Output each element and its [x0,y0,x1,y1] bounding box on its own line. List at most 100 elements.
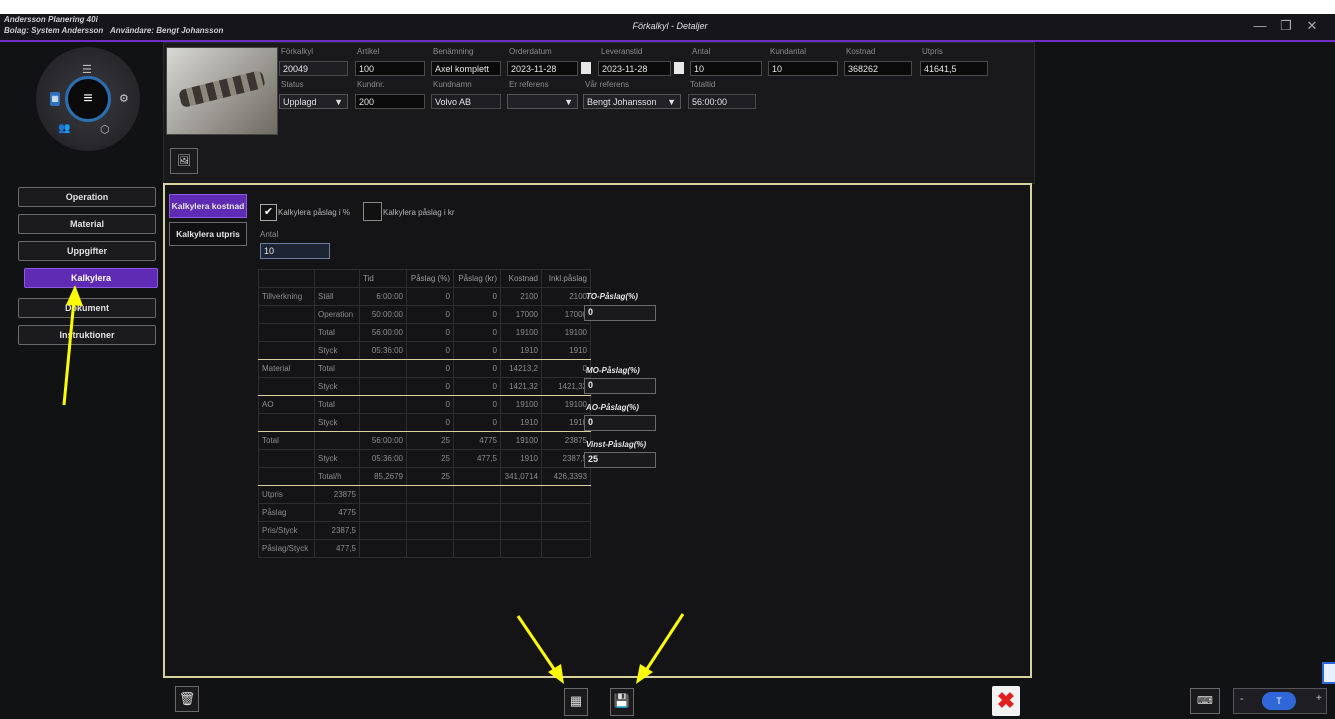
table-cell: Ställ [314,287,360,306]
chevron-down-icon: ▼ [334,97,343,107]
er-referens-label: Er referens [509,80,549,89]
zoom-control[interactable]: - T + [1233,688,1327,714]
kr-label: Kalkylera påslag i kr [383,208,455,217]
summary-row: Påslag/Styck 477,5 [258,539,591,558]
table-row: Styck 0 0 1910 1910 [258,413,591,432]
var-referens-dropdown[interactable]: Bengt Johansson ▼ [583,94,681,109]
table-cell: 426,3393 [541,467,591,486]
minimize-icon[interactable]: — [1247,18,1273,33]
list-icon[interactable]: ☰ [82,63,92,76]
artikel-field[interactable]: 100 [355,61,425,76]
keyboard-icon[interactable]: ⌨ [1190,688,1220,714]
table-cell [258,449,315,468]
benamning-field[interactable]: Axel komplett [431,61,501,76]
calculator-icon[interactable]: ▦ [564,688,588,716]
orderdatum-calendar-icon[interactable] [581,62,591,74]
table-cell: Styck [314,449,360,468]
top-strip [0,0,1335,14]
settings-icon[interactable]: ⚙ [119,92,129,105]
table-cell [258,413,315,432]
nav-dokument[interactable]: Dokument [18,298,156,318]
benamning-label: Benämning [433,47,474,56]
pct-checkbox[interactable]: ✔ [260,204,277,221]
save-icon[interactable]: 💾 [610,688,634,716]
antal-label: Antal [692,47,711,56]
chevron-down-icon: ▼ [564,97,573,107]
leveranstid-field[interactable]: 2023-11-28 [598,61,671,76]
kostnad-field[interactable]: 368262 [844,61,912,76]
table-cell: 0 [453,359,501,378]
leveranstid-label: Leveranstid [601,47,643,56]
window-close-icon[interactable]: ✕ [1299,18,1325,34]
tab-kalkylera-kostnad[interactable]: Kalkylera kostnad [169,194,247,218]
maximize-icon[interactable]: ❐ [1273,18,1299,34]
zoom-minus-icon[interactable]: - [1240,693,1244,705]
window-controls: — ❐ ✕ [1247,17,1325,35]
summary-row: Påslag 4775 [258,503,591,522]
status-dropdown[interactable]: Upplagd ▼ [279,94,348,109]
kundnamn-field[interactable]: Volvo AB [431,94,501,109]
table-cell [258,323,315,342]
cube-icon[interactable]: ⬡ [100,123,110,136]
artikel-label: Artikel [357,47,380,56]
kundantal-label: Kundantal [770,47,807,56]
close-icon[interactable]: ✖ [992,686,1020,716]
orderdatum-field[interactable]: 2023-11-28 [507,61,578,76]
zoom-slider-knob[interactable]: T [1262,692,1296,710]
mo-paslag-field[interactable]: 0 [584,378,656,394]
table-cell: AO [258,395,315,414]
table-cell: 1910 [500,449,542,468]
image-icon[interactable]: 🖼 [170,148,198,174]
table-cell: 0 [453,341,501,360]
table-cell: 0 [541,359,591,378]
table-row: Styck 0 0 1421,32 1421,32 [258,377,591,396]
er-referens-dropdown[interactable]: ▼ [507,94,578,109]
kr-checkbox[interactable] [363,202,382,221]
nav-material[interactable]: Material [18,214,156,234]
menu-icon[interactable]: ≡ [65,76,111,122]
antal-field[interactable]: 10 [690,61,762,76]
leveranstid-calendar-icon[interactable] [674,62,684,74]
utpris-field[interactable]: 41641,5 [920,61,988,76]
kundnamn-label: Kundnamn [433,80,472,89]
calculator-menu-icon[interactable]: ▦ [50,92,60,106]
tab-kalkylera-utpris[interactable]: Kalkylera utpris [169,222,247,246]
table-cell: Pris/Styck [258,521,315,540]
nav-kalkylera[interactable]: Kalkylera [24,268,158,288]
kundantal-field[interactable]: 10 [768,61,838,76]
table-cell [453,467,501,486]
table-cell: 23875 [314,485,360,504]
nav-operation[interactable]: Operation [18,187,156,207]
zoom-plus-icon[interactable]: + [1316,693,1322,704]
table-cell: 0 [453,305,501,324]
table-cell: 17000 [500,305,542,324]
antal-calc-field[interactable]: 10 [260,243,330,259]
table-cell: 0 [453,395,501,414]
table-cell: Total [314,395,360,414]
table-cell: 4775 [314,503,360,522]
table-row: AO Total 0 0 19100 19100 [258,395,591,414]
vinst-paslag-field[interactable]: 25 [584,452,656,468]
side-tab-icon[interactable] [1322,662,1335,684]
ao-paslag-field[interactable]: 0 [584,415,656,431]
table-cell: Total [314,359,360,378]
table-cell: 1421,32 [500,377,542,396]
totaltid-field[interactable]: 56:00:00 [688,94,756,109]
nav-uppgifter[interactable]: Uppgifter [18,241,156,261]
users-icon[interactable]: 👥 [58,123,70,134]
window-title: Förkalkyl - Detaljer [632,21,708,31]
forkalkyl-field[interactable]: 20049 [279,61,348,76]
table-header-row: Tid Påslag (%) Påslag (kr) Kostnad Inkl.… [258,269,591,288]
table-cell: 0 [406,341,454,360]
table-cell: 19100 [541,323,591,342]
kundnr-field[interactable]: 200 [355,94,425,109]
table-cell: 341,0714 [500,467,542,486]
trash-icon[interactable]: 🗑 [175,686,199,712]
user-label: Användare: [109,26,154,35]
nav-instruktioner[interactable]: Instruktioner [18,325,156,345]
table-cell: 2387,5 [314,521,360,540]
table-cell [258,341,315,360]
orderdatum-label: Orderdatum [509,47,552,56]
to-paslag-field[interactable]: 0 [584,305,656,321]
table-row: Total 56:00:00 25 4775 19100 23875 [258,431,591,450]
